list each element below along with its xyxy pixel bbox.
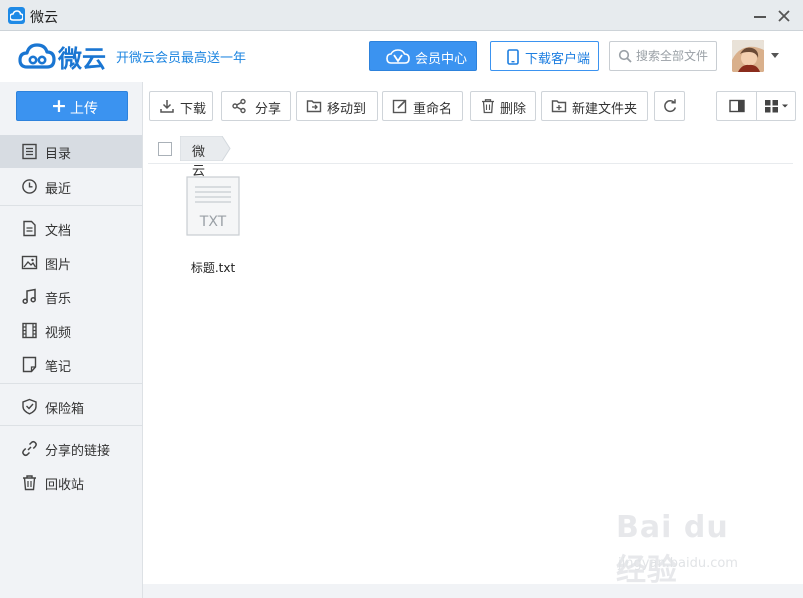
new-folder-icon [551, 100, 567, 113]
vip-center-button[interactable]: 会员中心 [369, 41, 477, 71]
rename-label: 重命名 [413, 102, 453, 117]
file-item[interactable]: TXT 标题.txt [183, 176, 243, 275]
close-button[interactable] [774, 6, 794, 26]
app-cloud-icon [8, 7, 25, 24]
sidebar-item-label: 目录 [45, 147, 72, 162]
sidebar-item-label: 回收站 [45, 478, 85, 493]
move-to-label: 移动到 [327, 102, 367, 117]
document-icon [23, 220, 36, 237]
download-client-button[interactable]: 下载客户端 [490, 41, 599, 71]
rename-button[interactable]: 重命名 [382, 91, 463, 121]
sidebar-item-label: 分享的链接 [45, 444, 111, 459]
breadcrumb: 微云 [148, 133, 793, 179]
film-icon [22, 322, 37, 339]
sidebar-item-label: 文档 [45, 224, 72, 239]
plus-icon: + [51, 95, 67, 117]
share-icon [232, 98, 246, 114]
link-icon [22, 440, 37, 457]
move-to-button[interactable]: 移动到 [296, 91, 378, 121]
txt-file-icon: TXT [186, 176, 240, 236]
sidebar-item-label: 保险箱 [45, 402, 85, 417]
list-icon [22, 143, 37, 160]
delete-label: 删除 [500, 102, 527, 117]
download-icon [160, 100, 174, 113]
note-icon [22, 356, 37, 373]
share-button[interactable]: 分享 [221, 91, 291, 121]
file-name: 标题.txt [190, 261, 236, 275]
refresh-button[interactable] [654, 91, 685, 121]
logo-text: 微云 [58, 45, 106, 73]
sidebar-item-directory[interactable]: 目录 [0, 135, 142, 168]
upload-button[interactable]: + 上传 [16, 91, 128, 121]
trash-icon [23, 475, 36, 491]
upload-label: 上传 [70, 101, 98, 117]
move-folder-icon [306, 100, 322, 113]
sidebar-item-recent[interactable]: 最近 [0, 170, 142, 203]
sidebar-divider [0, 425, 142, 426]
window-title: 微云 [30, 10, 58, 26]
vip-center-label: 会员中心 [415, 52, 468, 67]
clock-icon [22, 179, 37, 194]
grid-view-icon [765, 100, 788, 113]
sidebar-item-shared-links[interactable]: 分享的链接 [0, 432, 142, 465]
refresh-icon [664, 99, 677, 113]
new-folder-button[interactable]: 新建文件夹 [541, 91, 648, 121]
detail-panel-toggle[interactable] [716, 91, 757, 121]
file-list-area: TXT 标题.txt [143, 164, 803, 584]
delete-button[interactable]: 删除 [470, 91, 536, 121]
search-icon [618, 49, 632, 67]
status-bar [143, 584, 803, 598]
share-label: 分享 [255, 102, 282, 117]
breadcrumb-root-label: 微云 [192, 145, 206, 179]
download-button[interactable]: 下载 [149, 91, 213, 121]
new-folder-label: 新建文件夹 [572, 102, 638, 117]
music-icon [22, 288, 36, 304]
app-header: 微云 开微云会员最高送一年 会员中心 下载客户端 [0, 31, 803, 82]
download-label: 下载 [180, 102, 207, 117]
sidebar-item-video[interactable]: 视频 [0, 314, 142, 347]
sidebar-item-safe-box[interactable]: 保险箱 [0, 390, 142, 423]
sidebar-item-notes[interactable]: 笔记 [0, 348, 142, 381]
sidebar-item-label: 最近 [45, 182, 72, 197]
title-bar: 微云 [0, 0, 803, 31]
sidebar-divider [0, 205, 142, 206]
panel-icon [729, 99, 745, 113]
download-client-label: 下载客户端 [525, 52, 591, 67]
select-all-checkbox[interactable] [158, 142, 172, 156]
image-icon [21, 255, 38, 270]
sidebar-item-recycle-bin[interactable]: 回收站 [0, 466, 142, 499]
breadcrumb-arrow-shape [180, 136, 231, 161]
user-avatar[interactable] [732, 40, 764, 72]
sidebar-item-music[interactable]: 音乐 [0, 280, 142, 313]
file-type-label: TXT [199, 214, 227, 230]
phone-icon [507, 49, 519, 69]
sidebar-item-label: 笔记 [45, 360, 72, 375]
close-icon [778, 10, 790, 22]
account-menu-chevron-down-icon[interactable] [771, 53, 779, 58]
sidebar-divider [0, 383, 142, 384]
weiyun-logo-icon [18, 41, 56, 75]
vip-cloud-icon [386, 49, 410, 68]
sidebar-item-documents[interactable]: 文档 [0, 212, 142, 245]
view-mode-button[interactable] [756, 91, 796, 121]
search-box[interactable] [609, 41, 717, 71]
search-input[interactable] [636, 46, 716, 66]
sidebar-item-label: 图片 [45, 258, 72, 273]
vip-promo-link[interactable]: 开微云会员最高送一年 [116, 47, 246, 66]
file-toolbar: 下载 分享 移动到 重命名 删除 新建文件夹 [143, 82, 803, 130]
sidebar-item-label: 音乐 [45, 292, 72, 307]
trash-icon [482, 99, 494, 114]
edit-icon [392, 99, 407, 114]
sidebar-item-images[interactable]: 图片 [0, 246, 142, 279]
sidebar: + 上传 目录 最近 文档 图片 音乐 视频 笔记 保险箱 分享的链接 回收站 [0, 82, 143, 598]
sidebar-item-label: 视频 [45, 326, 72, 341]
shield-icon [22, 398, 37, 415]
minimize-button[interactable] [750, 6, 770, 26]
